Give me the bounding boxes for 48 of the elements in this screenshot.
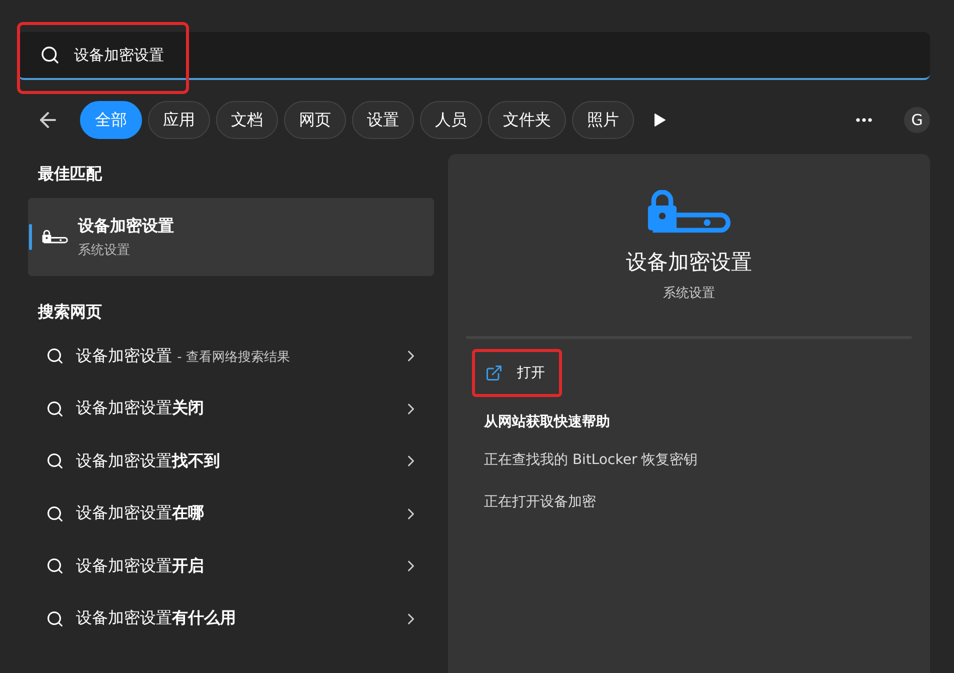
web-search-item[interactable]: 设备加密设置有什么用 bbox=[28, 592, 434, 645]
open-external-icon bbox=[485, 364, 503, 382]
filter-tab[interactable]: 人员 bbox=[420, 101, 482, 139]
suggestion-text: 设备加密设置有什么用 bbox=[76, 608, 237, 630]
section-heading: 最佳匹配 bbox=[37, 163, 104, 185]
suggestion-text: 设备加密设置 - 查看网络搜索结果 bbox=[76, 346, 291, 367]
lock-drive-icon bbox=[42, 230, 68, 244]
detail-title: 设备加密设置 bbox=[625, 249, 753, 276]
account-avatar[interactable]: G bbox=[904, 107, 930, 133]
web-search-item[interactable]: 设备加密设置关闭 bbox=[28, 382, 434, 435]
open-button[interactable]: 打开 bbox=[472, 349, 562, 398]
play-triangle-icon bbox=[654, 113, 666, 127]
filter-tab[interactable]: 应用 bbox=[148, 101, 210, 139]
suggestion-text: 设备加密设置找不到 bbox=[76, 450, 221, 472]
item-subtitle: 系统设置 bbox=[78, 242, 131, 258]
search-icon bbox=[46, 504, 64, 523]
web-search-item[interactable]: 设备加密设置开启 bbox=[28, 540, 434, 592]
best-match-item[interactable]: 设备加密设置 系统设置 bbox=[28, 198, 434, 276]
suggestion-text: 设备加密设置在哪 bbox=[76, 503, 205, 524]
filter-tab[interactable]: 网页 bbox=[284, 101, 346, 139]
more-button[interactable] bbox=[856, 118, 872, 122]
search-icon bbox=[40, 45, 60, 65]
filter-tab[interactable]: 文档 bbox=[216, 101, 278, 139]
search-field[interactable]: 设备加密设置 bbox=[18, 32, 930, 80]
search-icon bbox=[46, 452, 64, 470]
filter-tab[interactable]: 设置 bbox=[352, 101, 414, 139]
selection-indicator bbox=[29, 224, 32, 250]
web-search-item[interactable]: 设备加密设置 - 查看网络搜索结果 bbox=[28, 330, 434, 382]
help-link[interactable]: 正在打开设备加密 bbox=[466, 481, 912, 524]
suggestion-note: - 查看网络搜索结果 bbox=[177, 350, 290, 365]
item-title: 设备加密设置 bbox=[78, 216, 174, 236]
suggestion-text: 设备加密设置关闭 bbox=[76, 398, 205, 420]
more-icon bbox=[856, 118, 872, 122]
filter-tab[interactable]: 文件夹 bbox=[488, 101, 566, 139]
section-heading: 搜索网页 bbox=[36, 301, 103, 323]
search-icon bbox=[46, 347, 64, 366]
scroll-right-button[interactable] bbox=[654, 113, 666, 127]
search-icon bbox=[46, 400, 64, 418]
help-heading: 从网站获取快速帮助 bbox=[482, 413, 611, 432]
search-icon bbox=[46, 557, 64, 576]
suggestion-text: 设备加密设置开启 bbox=[76, 556, 205, 577]
help-link[interactable]: 正在查找我的 BitLocker 恢复密钥 bbox=[466, 439, 912, 482]
web-search-item[interactable]: 设备加密设置在哪 bbox=[28, 488, 434, 540]
filter-tab[interactable]: 照片 bbox=[572, 101, 634, 139]
search-icon bbox=[46, 610, 64, 628]
detail-subtitle: 系统设置 bbox=[662, 285, 716, 302]
web-search-item[interactable]: 设备加密设置找不到 bbox=[28, 435, 434, 488]
search-text: 设备加密设置 bbox=[74, 46, 164, 64]
